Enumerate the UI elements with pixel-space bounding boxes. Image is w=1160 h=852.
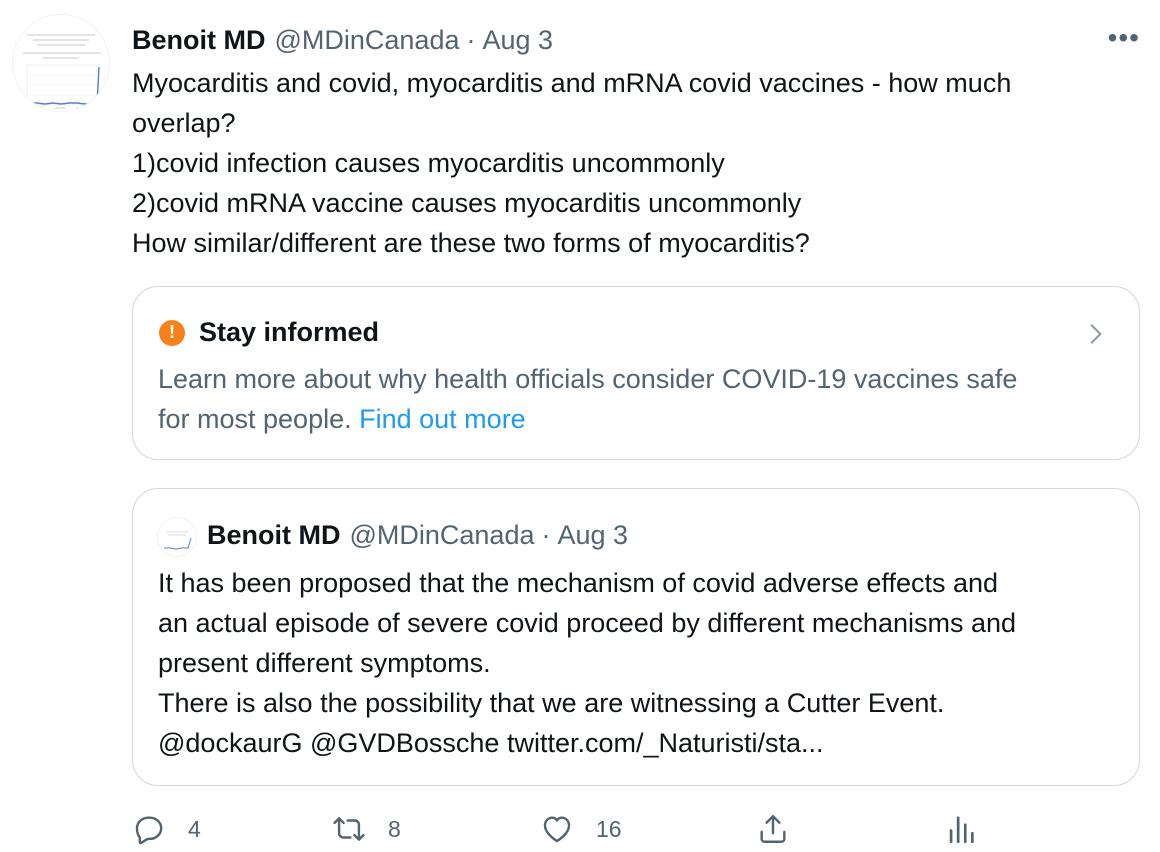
like-icon [543, 816, 571, 843]
quoted-tweet[interactable]: Benoit MD @MDinCanada · Aug 3 It has bee… [132, 488, 1140, 786]
stay-informed-card[interactable]: ! Stay informed Learn more about why hea… [132, 286, 1140, 460]
quoted-tweet-header: Benoit MD @MDinCanada · Aug 3 [207, 517, 628, 553]
analytics-icon [949, 816, 974, 844]
reply-icon [135, 816, 163, 845]
quoted-text-line: present different symptoms. [158, 648, 491, 678]
find-out-more-link[interactable]: Find out more [359, 404, 526, 434]
retweet-icon [333, 817, 365, 841]
author-avatar[interactable] [12, 14, 110, 112]
notice-header: ! Stay informed [159, 317, 379, 348]
avatar-chart-thumbnail [158, 518, 196, 556]
author-name[interactable]: Benoit MD [132, 25, 265, 56]
share-icon [760, 815, 786, 843]
quoted-tweet-date: Aug 3 [557, 519, 629, 550]
tweet-text-line: Myocarditis and covid, myocarditis and m… [132, 68, 1012, 98]
tweet-header: Benoit MD @MDinCanada · Aug 3 [132, 22, 553, 58]
tweet-date[interactable]: Aug 3 [482, 25, 553, 56]
quoted-text-line: It has been proposed that the mechanism … [158, 568, 999, 598]
quoted-tweet-text: It has been proposed that the mechanism … [158, 563, 1128, 763]
share-button[interactable] [756, 812, 790, 846]
quoted-author-handle: @MDinCanada [349, 519, 535, 550]
tweet-text-line: overlap? [132, 108, 236, 138]
reply-count: 4 [188, 815, 201, 842]
quoted-text-line: There is also the possibility that we ar… [158, 688, 945, 718]
tweet-text: Myocarditis and covid, myocarditis and m… [132, 63, 1142, 263]
tweet-text-line: 2)covid mRNA vaccine causes myocarditis … [132, 188, 802, 218]
notice-title: Stay informed [199, 317, 380, 347]
chevron-right-icon [1090, 324, 1102, 344]
header-separator: · [466, 24, 476, 55]
retweet-button[interactable]: 8 [332, 812, 401, 846]
author-handle[interactable]: @MDinCanada [274, 25, 459, 56]
more-options-icon[interactable]: ••• [1108, 24, 1140, 52]
like-count: 16 [596, 815, 622, 842]
retweet-count: 8 [388, 815, 401, 842]
like-button[interactable]: 16 [540, 812, 622, 846]
avatar-chart-thumbnail [13, 15, 109, 111]
warning-icon: ! [159, 319, 185, 346]
quoted-author-name: Benoit MD [207, 519, 341, 550]
reply-button[interactable]: 4 [132, 812, 201, 846]
tweet-text-line: How similar/different are these two form… [132, 228, 810, 258]
quoted-author-avatar [157, 517, 197, 557]
tweet-actions-bar: 4 8 16 [132, 812, 1132, 852]
header-separator: · [541, 519, 551, 550]
tweet-text-line: 1)covid infection causes myocarditis unc… [132, 148, 725, 178]
notice-body-line: Learn more about why health officials co… [158, 364, 1018, 394]
analytics-button[interactable] [944, 812, 978, 846]
notice-body: Learn more about why health officials co… [158, 359, 1128, 439]
quoted-text-line: an actual episode of severe covid procee… [158, 608, 1017, 638]
notice-body-line: for most people. [158, 404, 352, 434]
quoted-text-line: @dockaurG @GVDBossche twitter.com/_Natur… [158, 728, 824, 758]
